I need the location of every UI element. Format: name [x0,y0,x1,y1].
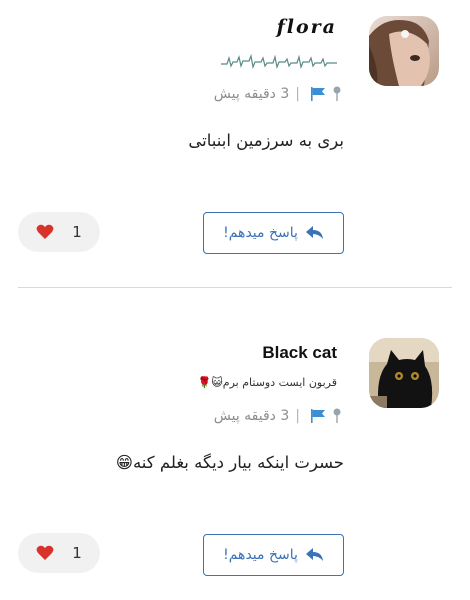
avatar[interactable] [369,338,439,408]
flag-icon[interactable] [310,409,326,423]
flag-icon[interactable] [310,87,326,101]
timestamp: 3 دقیقه پیش [213,86,290,102]
comment-text: بری به سرزمین ابنباتی [188,131,344,150]
meta-separator: | [295,86,300,102]
comment-text: حسرت اینکه بیار دیگه بغلم کنه😁 [115,453,344,472]
comment-meta: | 3 دقیقه پیش [214,86,342,102]
timestamp: 3 دقیقه پیش [213,408,290,424]
reply-button[interactable]: پاسخ میدهم! [203,212,344,254]
heart-icon [36,224,54,239]
like-count: 1 [72,544,82,562]
avatar[interactable] [369,16,439,86]
username[interactable]: flora [277,16,337,38]
pin-icon[interactable] [332,408,342,424]
heart-icon [36,545,54,560]
comment-card: flora | 3 دقیقه پیش بری به سرزمین ابنبات… [0,0,470,288]
pin-icon[interactable] [332,86,342,102]
reply-arrow-icon [305,226,323,239]
reply-button-label: پاسخ میدهم! [223,547,298,563]
like-button[interactable]: 1 [18,212,100,252]
comment-divider [18,287,452,288]
reply-button[interactable]: پاسخ میدهم! [203,534,344,576]
username[interactable]: Black cat [262,343,337,363]
meta-separator: | [295,408,300,424]
like-button[interactable]: 1 [18,533,100,573]
comment-meta: | 3 دقیقه پیش [214,408,342,424]
user-tagline: قربون ایست دوستام برم😺🌹 [197,376,337,389]
reply-arrow-icon [305,548,323,561]
comment-card: Black cat قربون ایست دوستام برم😺🌹 | 3 دق… [0,290,470,600]
like-count: 1 [72,223,82,241]
signature-decoration [221,53,337,74]
reply-button-label: پاسخ میدهم! [223,225,298,241]
